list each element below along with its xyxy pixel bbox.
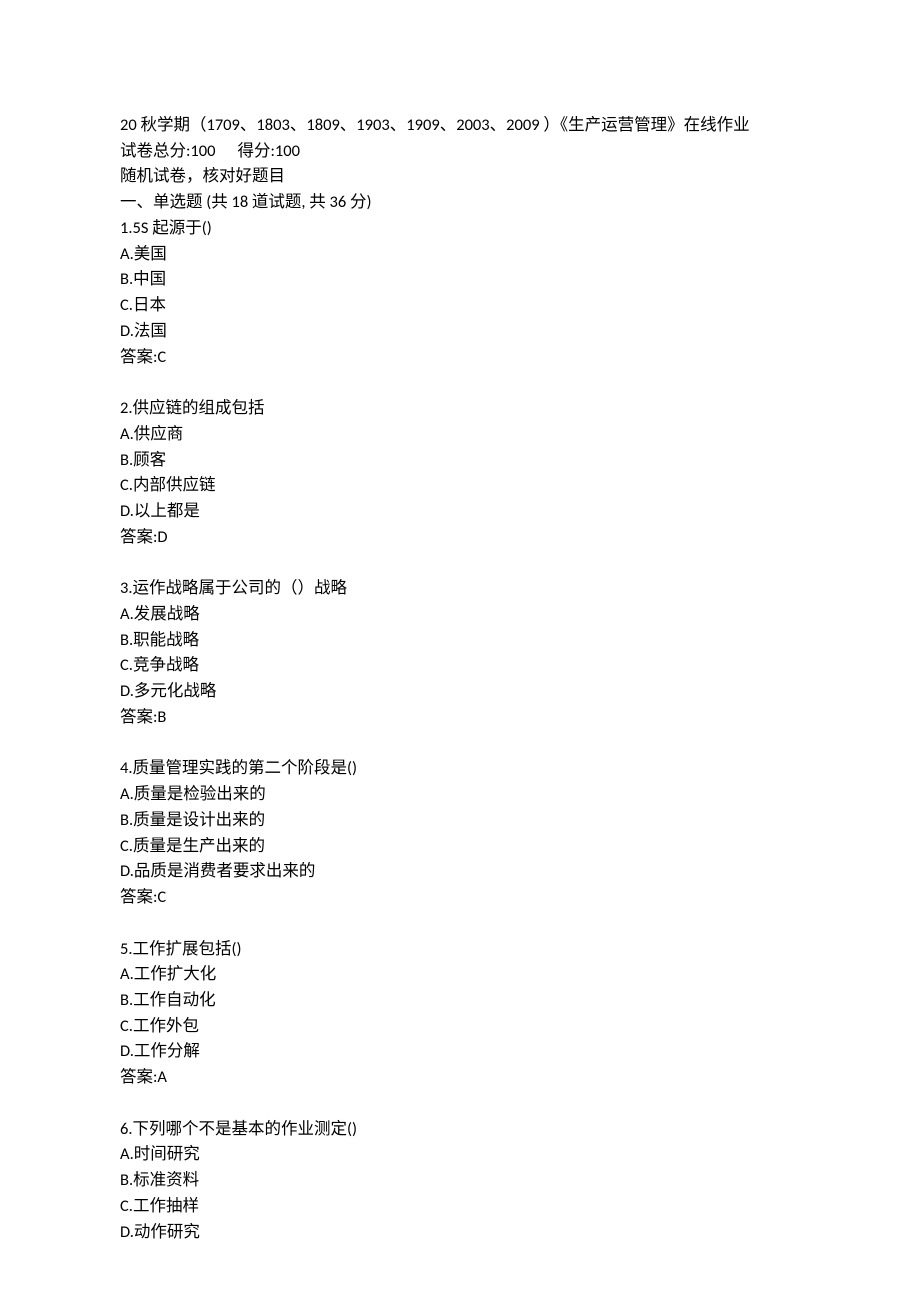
blank-line xyxy=(120,731,800,757)
blank-line xyxy=(120,1091,800,1117)
question-option: A.质量是检验出来的 xyxy=(120,782,800,808)
question-answer: 答案:A xyxy=(120,1065,800,1091)
question-option: C.质量是生产出来的 xyxy=(120,834,800,860)
question-option: C.竞争战略 xyxy=(120,653,800,679)
question-option: D.以上都是 xyxy=(120,499,800,525)
question-option: A.美国 xyxy=(120,242,800,268)
question-option: D.工作分解 xyxy=(120,1039,800,1065)
question-option: B.标准资料 xyxy=(120,1168,800,1194)
question-option: D.动作研究 xyxy=(120,1220,800,1246)
score-line: 试卷总分:100 得分:100 xyxy=(120,139,800,165)
question-stem: 2.供应链的组成包括 xyxy=(120,396,800,422)
question-answer: 答案:C xyxy=(120,345,800,371)
document-title: 20 秋学期（1709、1803、1809、1903、1909、2003、200… xyxy=(120,113,800,139)
question-stem: 3.运作战略属于公司的（）战略 xyxy=(120,576,800,602)
question-option: B.质量是设计出来的 xyxy=(120,808,800,834)
blank-line xyxy=(120,370,800,396)
question-answer: 答案:B xyxy=(120,705,800,731)
question-option: C.工作外包 xyxy=(120,1014,800,1040)
question-option: C.工作抽样 xyxy=(120,1194,800,1220)
question-option: A.时间研究 xyxy=(120,1142,800,1168)
got-score-label: 得分:100 xyxy=(238,141,301,161)
question-stem: 1.5S 起源于() xyxy=(120,216,800,242)
blank-line xyxy=(120,550,800,576)
total-score-label: 试卷总分:100 xyxy=(120,141,216,161)
question-answer: 答案:D xyxy=(120,525,800,551)
question-option: A.发展战略 xyxy=(120,602,800,628)
question-option: C.内部供应链 xyxy=(120,473,800,499)
question-option: B.顾客 xyxy=(120,448,800,474)
question-option: B.职能战略 xyxy=(120,628,800,654)
question-option: D.品质是消费者要求出来的 xyxy=(120,859,800,885)
question-option: D.多元化战略 xyxy=(120,679,800,705)
question-option: B.工作自动化 xyxy=(120,988,800,1014)
blank-line xyxy=(120,911,800,937)
question-option: C.日本 xyxy=(120,293,800,319)
question-option: B.中国 xyxy=(120,267,800,293)
question-answer: 答案:C xyxy=(120,885,800,911)
question-stem: 6.下列哪个不是基本的作业测定() xyxy=(120,1117,800,1143)
question-stem: 5.工作扩展包括() xyxy=(120,937,800,963)
question-option: D.法国 xyxy=(120,319,800,345)
section-title: 一、单选题 (共 18 道试题, 共 36 分) xyxy=(120,190,800,216)
question-option: A.工作扩大化 xyxy=(120,962,800,988)
question-option: A.供应商 xyxy=(120,422,800,448)
question-stem: 4.质量管理实践的第二个阶段是() xyxy=(120,756,800,782)
random-note: 随机试卷，核对好题目 xyxy=(120,164,800,190)
